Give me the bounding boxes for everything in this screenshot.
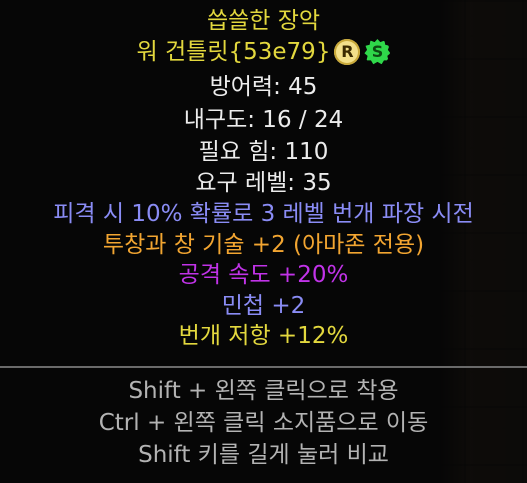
- item-property-proc: 피격 시 10% 확률로 3 레벨 번개 파장 시전: [53, 201, 474, 227]
- item-property-skill: 투창과 창 기술 +2 (아마존 전용): [102, 232, 425, 258]
- item-durability: 내구도: 16 / 24: [183, 107, 344, 133]
- item-property-lightning-resist: 번개 저항 +12%: [178, 323, 349, 349]
- hint-compare: Shift 키를 길게 눌러 비교: [138, 442, 389, 468]
- item-name: 씁쓸한 장악: [206, 8, 321, 34]
- item-property-dexterity: 민첩 +2: [221, 293, 306, 319]
- item-required-level: 요구 레벨: 35: [195, 170, 332, 196]
- rare-badge-icon: R: [334, 39, 361, 65]
- hint-equip: Shift + 왼쪽 클릭으로 착용: [128, 378, 399, 404]
- set-badge-icon: S: [364, 39, 391, 65]
- item-required-strength: 필요 힘: 110: [198, 139, 329, 165]
- item-defense: 방어력: 45: [209, 74, 318, 100]
- item-base-row: 워 건틀릿{53e79} R S: [0, 37, 527, 67]
- item-tooltip: 씁쓸한 장악 워 건틀릿{53e79} R S 방어력: 45 내구도: 16 …: [0, 0, 527, 483]
- hint-move: Ctrl + 왼쪽 클릭 소지품으로 이동: [98, 410, 429, 436]
- tooltip-divider: [0, 366, 527, 368]
- item-base-name: 워 건틀릿{53e79}: [136, 39, 331, 65]
- item-property-attack-speed: 공격 속도 +20%: [178, 262, 349, 288]
